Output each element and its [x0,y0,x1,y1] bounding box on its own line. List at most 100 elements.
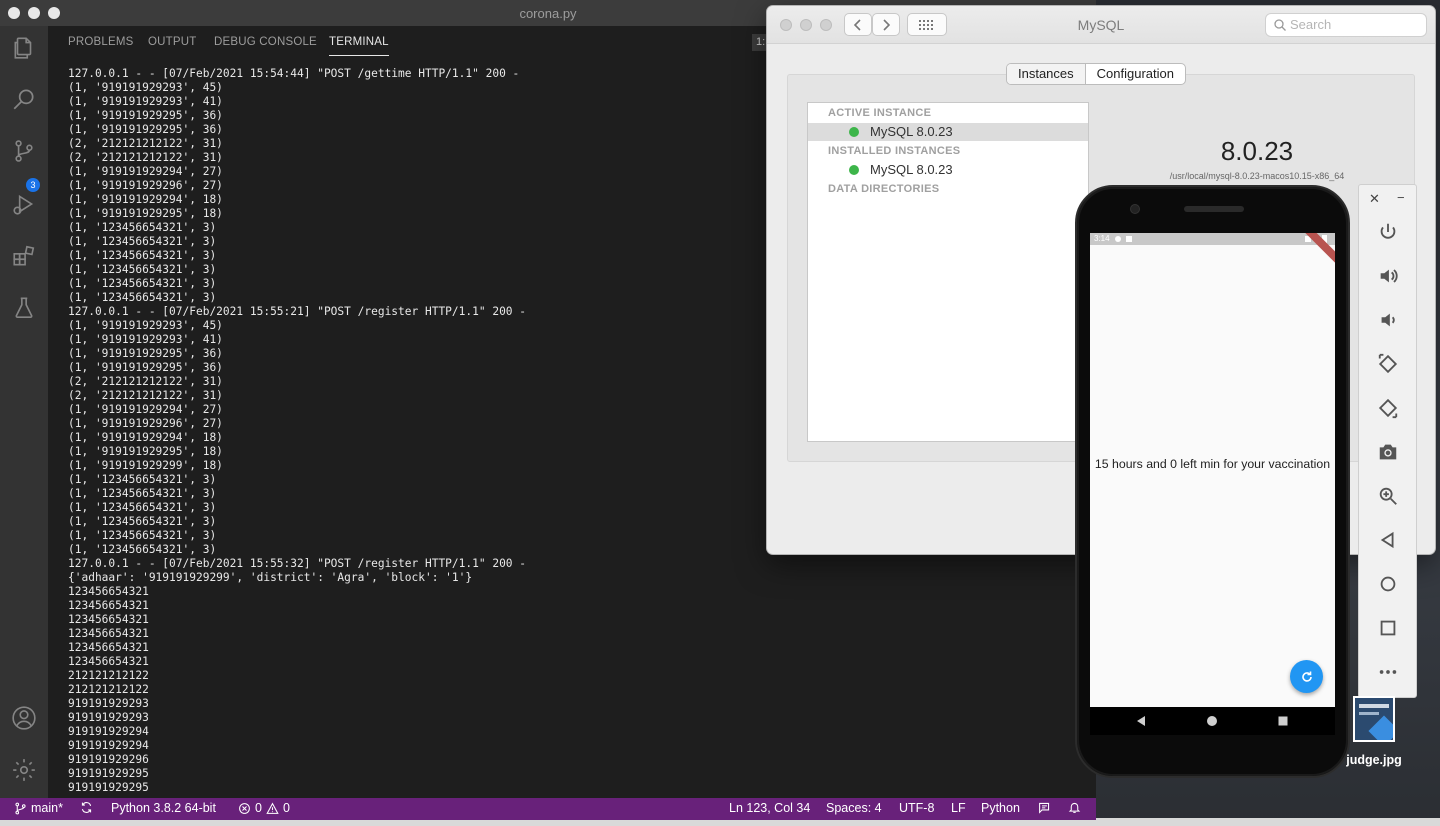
encoding[interactable]: UTF-8 [899,801,934,815]
home-icon[interactable] [1373,569,1403,599]
active-instance-row[interactable]: MySQL 8.0.23 [808,123,1088,141]
sync-icon [81,802,92,813]
emulator-toolbar: ✕ − [1358,184,1417,698]
settings-gear-icon[interactable] [8,754,40,786]
tab-output[interactable]: OUTPUT [148,36,196,48]
search-input[interactable]: Search [1265,13,1427,37]
installed-instances-header: INSTALLED INSTANCES [828,145,961,157]
indentation[interactable]: Spaces: 4 [826,801,882,815]
volume-up-icon[interactable] [1373,261,1403,291]
notifications-bell-icon[interactable] [1068,801,1081,814]
overview-icon[interactable] [1373,613,1403,643]
warning-icon [266,802,279,814]
thumbnail-text-line [1359,712,1379,715]
terminal-line: {'adhaar': '919191929299', 'district': '… [68,571,473,584]
thumbnail-graphic [1368,715,1393,740]
cursor-position[interactable]: Ln 123, Col 34 [729,801,810,815]
terminal-line: 212121212122 [68,669,149,682]
terminal-line: 123456654321 [68,599,149,612]
status-bar: main* Python 3.8.2 64-bit 0 0 Ln 123, Co… [0,798,1096,820]
tab-problems[interactable]: PROBLEMS [68,36,134,48]
rotate-left-icon[interactable] [1373,349,1403,379]
terminal-line: 123456654321 [68,627,149,640]
end-of-line[interactable]: LF [951,801,966,815]
data-directories-header: DATA DIRECTORIES [828,183,940,195]
more-options-icon[interactable] [1373,657,1403,687]
power-icon[interactable] [1373,217,1403,247]
status-time: 3:14 [1094,234,1110,243]
installed-instance-row[interactable]: MySQL 8.0.23 [808,161,1088,179]
problems-indicator[interactable]: 0 0 [238,801,290,815]
terminal-line: 123456654321 [68,613,149,626]
error-count: 0 [255,801,262,815]
activity-bar: 3 [0,26,48,798]
active-instance-name: MySQL 8.0.23 [870,124,953,139]
warning-count: 0 [282,801,290,815]
thumbnail-text-line [1359,704,1389,708]
android-emulator-device: 3:14 15 hours and 0 left min for your va… [1075,185,1350,778]
terminal-line: 212121212122 [68,683,149,696]
rotate-right-icon[interactable] [1373,393,1403,423]
branch-name: main* [31,801,63,815]
version-number: 8.0.23 [1220,136,1294,166]
terminal-line: 919191929294 [68,739,149,752]
mysql-toolbar: MySQL Search [767,6,1435,44]
terminal-line: 919191929293 [68,697,149,710]
git-branch-icon [15,802,26,814]
tab-debug-console[interactable]: DEBUG CONSOLE [214,36,317,48]
running-status-icon [849,127,859,137]
running-status-icon [849,165,859,175]
explorer-icon[interactable] [8,32,40,64]
terminal-line: 123456654321 [68,655,149,668]
home-circle-icon[interactable] [1206,715,1218,727]
back-triangle-icon[interactable] [1135,715,1147,727]
notification-icon [1126,236,1132,242]
terminal-line: 123456654321 [68,585,149,598]
extensions-icon[interactable] [8,240,40,272]
tab-configuration[interactable]: Configuration [1086,64,1185,84]
search-icon[interactable] [8,83,40,115]
error-icon [239,802,250,814]
vaccination-message: 15 hours and 0 left min for your vaccina… [1094,457,1331,471]
install-path: /usr/local/mysql-8.0.23-macos10.15-x86_6… [1169,171,1345,181]
tab-instances[interactable]: Instances [1007,64,1086,84]
python-interpreter[interactable]: Python 3.8.2 64-bit [111,801,216,815]
terminal-line: 127.0.0.1 - - [07/Feb/2021 15:55:32] "PO… [68,557,527,570]
terminal-line: 919191929294 [68,725,149,738]
refresh-fab-button[interactable] [1290,660,1323,693]
tab-terminal[interactable]: TERMINAL [329,36,389,56]
source-control-icon[interactable] [8,135,40,167]
language-mode[interactable]: Python [981,801,1020,815]
camera-screenshot-icon[interactable] [1373,437,1403,467]
terminal-line: 919191929295 [68,781,149,794]
search-icon [1274,19,1286,31]
account-icon[interactable] [8,702,40,734]
notification-icon [1115,236,1121,242]
terminal-line: 919191929293 [68,711,149,724]
close-emulator-icon[interactable]: ✕ [1369,191,1380,207]
judge-file-thumbnail[interactable] [1353,696,1395,742]
back-icon[interactable] [1373,525,1403,555]
android-nav-bar [1090,707,1335,735]
minimize-emulator-icon[interactable]: − [1397,190,1405,205]
testing-flask-icon[interactable] [8,292,40,324]
overview-square-icon[interactable] [1277,715,1289,727]
feedback-icon[interactable] [1038,801,1051,814]
front-camera [1130,204,1140,214]
installed-instance-name: MySQL 8.0.23 [870,162,953,177]
terminal-line: 123456654321 [68,641,149,654]
volume-down-icon[interactable] [1373,305,1403,335]
app-screen[interactable]: 3:14 15 hours and 0 left min for your va… [1090,233,1335,707]
refresh-icon [1301,671,1312,682]
instance-list: ACTIVE INSTANCE MySQL 8.0.23 INSTALLED I… [807,102,1089,442]
judge-file-label[interactable]: judge.jpg [1343,753,1405,767]
earpiece-speaker [1184,206,1244,212]
active-instance-header: ACTIVE INSTANCE [828,107,932,119]
branch-indicator[interactable]: main* [14,801,63,815]
run-debug-icon[interactable] [8,188,40,220]
zoom-icon[interactable] [1373,481,1403,511]
terminal-line: 919191929295 [68,767,149,780]
sync-button[interactable] [80,801,93,814]
android-status-bar: 3:14 [1090,233,1335,245]
instances-configuration-tabs: Instances Configuration [1006,63,1186,85]
